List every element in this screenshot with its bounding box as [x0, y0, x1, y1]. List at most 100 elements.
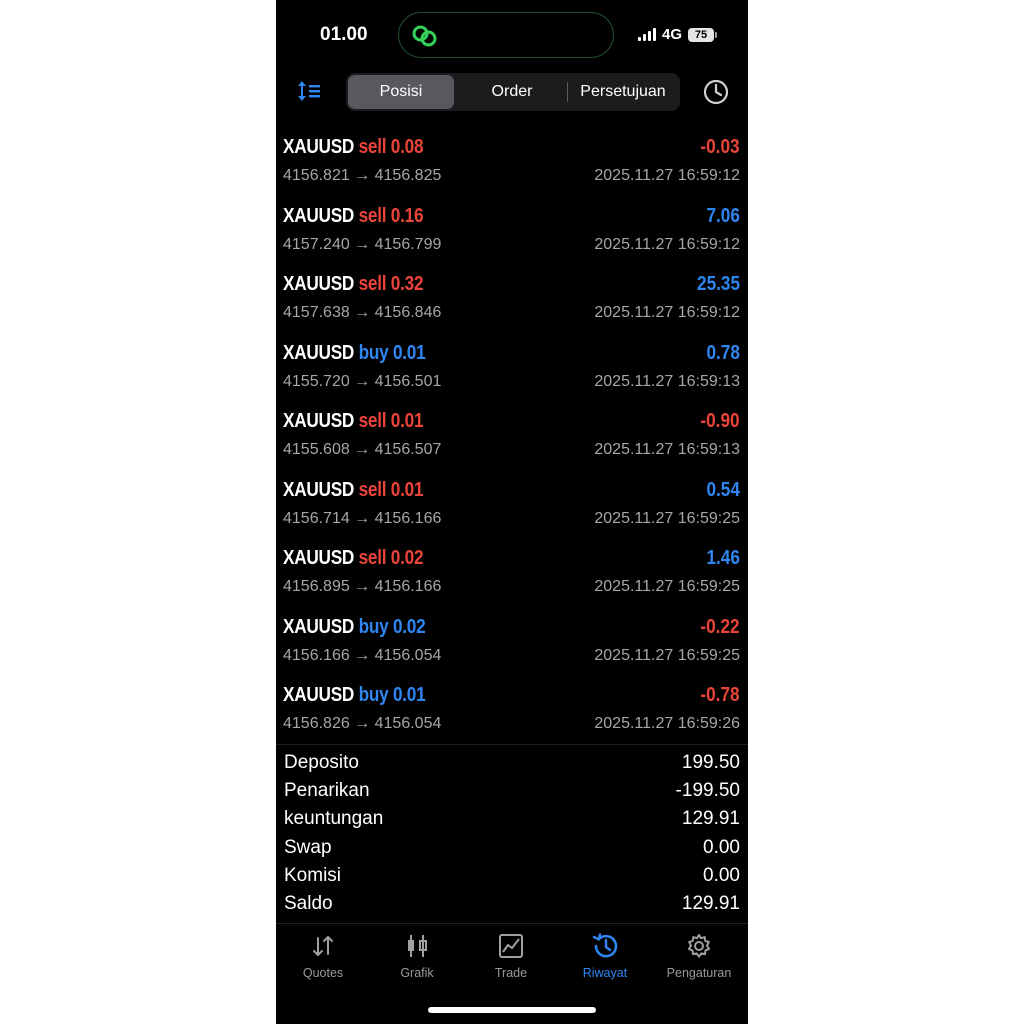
deal-time: 2025.11.27 16:59:25: [594, 646, 740, 664]
deal-title: XAUUSD buy 0.01: [283, 341, 426, 365]
summary-value: 199.50: [681, 752, 740, 773]
summary-label: Komisi: [284, 864, 342, 886]
summary-label: keuntungan: [284, 808, 384, 830]
deal-profit: -0.90: [700, 410, 740, 432]
deal-title: XAUUSD sell 0.32: [283, 273, 424, 296]
deal-time: 2025.11.27 16:59:26: [594, 715, 740, 732]
deals-list: XAUUSD sell 0.08 -0.03 4156.821 → 4156.8…: [276, 132, 748, 749]
deal-type: sell: [358, 410, 387, 432]
deal-row[interactable]: XAUUSD sell 0.01 -0.90 4155.608 → 4156.5…: [276, 406, 748, 475]
deal-time: 2025.11.27 16:59:13: [594, 441, 740, 458]
dynamic-island: [398, 12, 614, 58]
history-icon: [592, 933, 618, 958]
deal-prices: 4156.166 → 4156.054: [283, 646, 442, 664]
deal-symbol: XAUUSD: [283, 615, 355, 638]
summary-row-swap: Swap 0.00: [276, 835, 748, 863]
deal-profit: -0.78: [700, 684, 740, 706]
tab-label: Riwayat: [582, 966, 628, 980]
deal-symbol: XAUUSD: [283, 478, 355, 501]
deal-prices: 4155.720 → 4156.501: [283, 372, 442, 390]
deal-volume: 0.01: [390, 410, 424, 432]
deal-profit: -0.22: [700, 615, 740, 638]
deal-volume: 0.01: [392, 341, 426, 364]
deal-volume: 0.16: [390, 204, 424, 227]
summary-value: 129.91: [681, 808, 740, 830]
deal-row[interactable]: XAUUSD sell 0.01 0.54 4156.714 → 4156.16…: [276, 475, 748, 544]
deal-volume: 0.02: [390, 547, 424, 569]
summary-row-penarikan: Penarikan -199.50: [276, 778, 748, 806]
deal-row[interactable]: XAUUSD buy 0.01 -0.78 4156.826 → 4156.05…: [276, 680, 748, 749]
deal-title: XAUUSD sell 0.02: [283, 547, 424, 570]
deal-symbol: XAUUSD: [283, 273, 355, 295]
summary-label: Deposito: [284, 752, 359, 773]
deal-row[interactable]: XAUUSD buy 0.01 0.78 4155.720 → 4156.501…: [276, 338, 748, 407]
deal-title: XAUUSD sell 0.16: [283, 204, 424, 228]
deal-title: XAUUSD buy 0.02: [283, 615, 426, 639]
deal-profit: 0.78: [706, 341, 740, 364]
deal-time: 2025.11.27 16:59:12: [594, 304, 740, 321]
deal-symbol: XAUUSD: [283, 136, 355, 158]
deal-volume: 0.08: [390, 136, 424, 158]
deal-symbol: XAUUSD: [283, 410, 355, 432]
battery-icon: 75: [688, 27, 717, 42]
clock-icon[interactable]: [702, 78, 730, 106]
deal-volume: 0.32: [390, 273, 424, 295]
deal-type: sell: [358, 273, 387, 295]
summary-divider: [276, 744, 748, 745]
deal-prices: 4157.638 → 4156.846: [283, 304, 442, 321]
tab-label: Trade: [494, 966, 528, 980]
deal-row[interactable]: XAUUSD buy 0.02 -0.22 4156.166 → 4156.05…: [276, 612, 748, 681]
summary-value: 0.00: [703, 836, 740, 858]
deal-volume: 0.02: [392, 615, 426, 638]
deal-prices: 4156.895 → 4156.166: [283, 578, 442, 595]
deal-time: 2025.11.27 16:59:13: [594, 372, 740, 390]
deal-type: sell: [358, 478, 387, 501]
tab-persetujuan[interactable]: Persetujuan: [568, 75, 678, 109]
deal-profit: 25.35: [696, 273, 740, 295]
deal-row[interactable]: XAUUSD sell 0.32 25.35 4157.638 → 4156.8…: [276, 269, 748, 338]
deal-type: sell: [358, 547, 387, 569]
status-time: 01.00: [320, 24, 368, 45]
home-indicator[interactable]: [428, 1007, 596, 1013]
network-label: 4G: [661, 26, 682, 43]
tab-riwayat[interactable]: Riwayat: [558, 932, 652, 980]
link-icon: [412, 25, 437, 47]
deal-row[interactable]: XAUUSD sell 0.16 7.06 4157.240 → 4156.79…: [276, 201, 748, 270]
summary-row-saldo: Saldo 129.91: [276, 891, 748, 919]
deal-title: XAUUSD sell 0.01: [283, 410, 424, 433]
phone-screen: 01.00 4G 75 Posisi Order Persetujuan XAU…: [276, 0, 748, 1024]
deal-row[interactable]: XAUUSD sell 0.08 -0.03 4156.821 → 4156.8…: [276, 132, 748, 201]
tab-pengaturan[interactable]: Pengaturan: [652, 932, 746, 980]
summary-row-deposito: Deposito 199.50: [276, 750, 748, 778]
deal-symbol: XAUUSD: [283, 341, 355, 364]
tab-quotes[interactable]: Quotes: [276, 932, 370, 980]
tab-grafik[interactable]: Grafik: [370, 932, 464, 980]
deal-row[interactable]: XAUUSD sell 0.02 1.46 4156.895 → 4156.16…: [276, 543, 748, 612]
deal-prices: 4156.821 → 4156.825: [283, 167, 442, 184]
summary-row-keuntungan: keuntungan 129.91: [276, 806, 748, 834]
summary-label: Saldo: [284, 892, 333, 914]
summary-value: -199.50: [675, 780, 740, 802]
gear-icon: [688, 934, 710, 958]
status-indicators: 4G 75: [637, 26, 717, 43]
summary-value: 129.91: [681, 892, 740, 914]
deal-volume: 0.01: [390, 478, 424, 501]
tab-trade[interactable]: Trade: [464, 932, 558, 980]
deal-type: buy: [358, 615, 389, 638]
sort-icon[interactable]: [296, 78, 324, 104]
tab-posisi[interactable]: Posisi: [348, 75, 454, 109]
deal-prices: 4156.826 → 4156.054: [283, 715, 442, 732]
deal-type: buy: [358, 684, 389, 706]
deal-profit: -0.03: [700, 136, 740, 158]
summary-label: Penarikan: [284, 780, 370, 802]
deal-volume: 0.01: [392, 684, 426, 706]
tab-order[interactable]: Order: [458, 75, 566, 109]
deal-type: sell: [358, 136, 387, 158]
tab-label: Pengaturan: [666, 966, 732, 980]
chart-candles-icon: [408, 935, 427, 957]
deal-title: XAUUSD sell 0.01: [283, 478, 424, 502]
battery-level: 75: [694, 28, 708, 41]
deal-prices: 4156.714 → 4156.166: [283, 509, 442, 527]
deal-prices: 4155.608 → 4156.507: [283, 441, 442, 458]
deal-title: XAUUSD buy 0.01: [283, 684, 426, 707]
